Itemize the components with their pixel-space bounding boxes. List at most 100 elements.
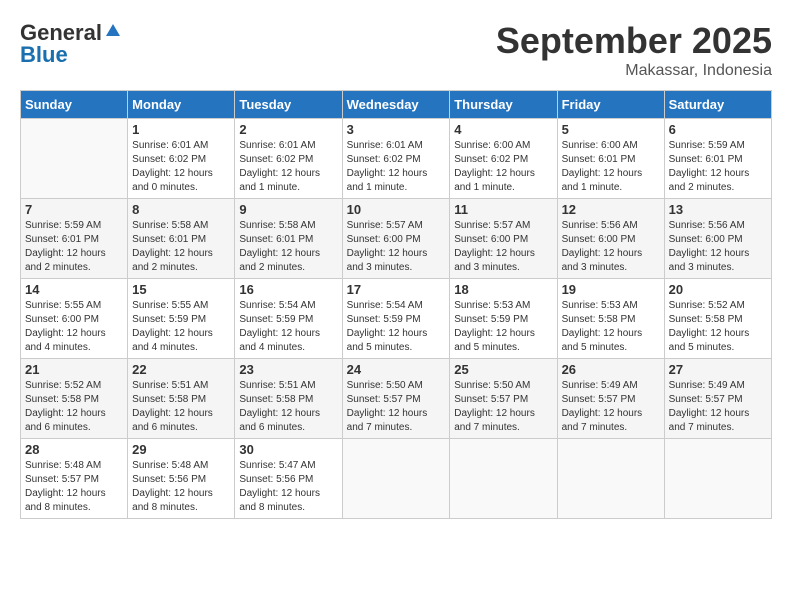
calendar-week-row: 7 Sunrise: 5:59 AM Sunset: 6:01 PM Daylig… <box>21 199 772 279</box>
day-info: Sunrise: 5:50 AM Sunset: 5:57 PM Dayligh… <box>347 379 446 435</box>
day-number: 16 <box>239 282 337 297</box>
month-title: September 2025 <box>496 20 772 62</box>
calendar-cell: 17 Sunrise: 5:54 AM Sunset: 5:59 PM Dayli… <box>342 279 450 359</box>
day-number: 10 <box>347 202 446 217</box>
day-number: 3 <box>347 122 446 137</box>
day-info: Sunrise: 5:58 AM Sunset: 6:01 PM Dayligh… <box>132 219 230 275</box>
calendar-cell: 14 Sunrise: 5:55 AM Sunset: 6:00 PM Dayli… <box>21 279 128 359</box>
calendar-cell: 24 Sunrise: 5:50 AM Sunset: 5:57 PM Dayli… <box>342 359 450 439</box>
day-number: 8 <box>132 202 230 217</box>
day-number: 4 <box>454 122 552 137</box>
day-info: Sunrise: 5:58 AM Sunset: 6:01 PM Dayligh… <box>239 219 337 275</box>
page-header: General Blue September 2025 Makassar, In… <box>20 20 772 80</box>
day-number: 5 <box>562 122 660 137</box>
calendar-week-row: 1 Sunrise: 6:01 AM Sunset: 6:02 PM Daylig… <box>21 119 772 199</box>
day-info: Sunrise: 6:01 AM Sunset: 6:02 PM Dayligh… <box>347 139 446 195</box>
day-info: Sunrise: 5:49 AM Sunset: 5:57 PM Dayligh… <box>562 379 660 435</box>
calendar-cell: 26Sunrise: 5:49 AM Sunset: 5:57 PM Dayli… <box>557 359 664 439</box>
weekday-header-saturday: Saturday <box>664 91 771 119</box>
day-info: Sunrise: 5:52 AM Sunset: 5:58 PM Dayligh… <box>669 299 767 355</box>
day-info: Sunrise: 5:56 AM Sunset: 6:00 PM Dayligh… <box>669 219 767 275</box>
day-info: Sunrise: 5:50 AM Sunset: 5:57 PM Dayligh… <box>454 379 552 435</box>
calendar-cell <box>450 439 557 519</box>
calendar-cell: 23Sunrise: 5:51 AM Sunset: 5:58 PM Dayli… <box>235 359 342 439</box>
day-number: 1 <box>132 122 230 137</box>
day-number: 25 <box>454 362 552 377</box>
weekday-header-tuesday: Tuesday <box>235 91 342 119</box>
day-info: Sunrise: 5:47 AM Sunset: 5:56 PM Dayligh… <box>239 459 337 515</box>
calendar-cell: 6 Sunrise: 5:59 AM Sunset: 6:01 PM Daylig… <box>664 119 771 199</box>
day-number: 7 <box>25 202 123 217</box>
day-info: Sunrise: 6:01 AM Sunset: 6:02 PM Dayligh… <box>239 139 337 195</box>
calendar-cell: 12 Sunrise: 5:56 AM Sunset: 6:00 PM Dayli… <box>557 199 664 279</box>
calendar-cell <box>557 439 664 519</box>
day-number: 18 <box>454 282 552 297</box>
day-number: 13 <box>669 202 767 217</box>
day-info: Sunrise: 6:00 AM Sunset: 6:02 PM Dayligh… <box>454 139 552 195</box>
day-number: 2 <box>239 122 337 137</box>
calendar-cell: 27Sunrise: 5:49 AM Sunset: 5:57 PM Dayli… <box>664 359 771 439</box>
calendar-cell: 10Sunrise: 5:57 AM Sunset: 6:00 PM Dayli… <box>342 199 450 279</box>
calendar-cell: 8 Sunrise: 5:58 AM Sunset: 6:01 PM Daylig… <box>128 199 235 279</box>
day-info: Sunrise: 5:59 AM Sunset: 6:01 PM Dayligh… <box>25 219 123 275</box>
calendar-cell: 21Sunrise: 5:52 AM Sunset: 5:58 PM Dayli… <box>21 359 128 439</box>
calendar-cell: 30 Sunrise: 5:47 AM Sunset: 5:56 PM Dayli… <box>235 439 342 519</box>
weekday-header-sunday: Sunday <box>21 91 128 119</box>
day-number: 19 <box>562 282 660 297</box>
day-number: 30 <box>239 442 337 457</box>
day-number: 29 <box>132 442 230 457</box>
day-number: 11 <box>454 202 552 217</box>
day-number: 6 <box>669 122 767 137</box>
weekday-header-row: SundayMondayTuesdayWednesdayThursdayFrid… <box>21 91 772 119</box>
calendar-cell: 19 Sunrise: 5:53 AM Sunset: 5:58 PM Dayli… <box>557 279 664 359</box>
calendar-cell: 2 Sunrise: 6:01 AM Sunset: 6:02 PM Daylig… <box>235 119 342 199</box>
calendar-cell: 1Sunrise: 6:01 AM Sunset: 6:02 PM Daylig… <box>128 119 235 199</box>
calendar-cell: 9Sunrise: 5:58 AM Sunset: 6:01 PM Daylig… <box>235 199 342 279</box>
day-number: 27 <box>669 362 767 377</box>
calendar-cell: 11 Sunrise: 5:57 AM Sunset: 6:00 PM Dayli… <box>450 199 557 279</box>
day-info: Sunrise: 5:48 AM Sunset: 5:57 PM Dayligh… <box>25 459 123 515</box>
day-info: Sunrise: 5:48 AM Sunset: 5:56 PM Dayligh… <box>132 459 230 515</box>
calendar-cell: 13 Sunrise: 5:56 AM Sunset: 6:00 PM Dayli… <box>664 199 771 279</box>
day-info: Sunrise: 5:53 AM Sunset: 5:58 PM Dayligh… <box>562 299 660 355</box>
day-info: Sunrise: 5:54 AM Sunset: 5:59 PM Dayligh… <box>347 299 446 355</box>
calendar-cell: 20 Sunrise: 5:52 AM Sunset: 5:58 PM Dayli… <box>664 279 771 359</box>
calendar-cell: 5 Sunrise: 6:00 AM Sunset: 6:01 PM Daylig… <box>557 119 664 199</box>
logo-blue-text: Blue <box>20 42 68 68</box>
day-info: Sunrise: 5:55 AM Sunset: 6:00 PM Dayligh… <box>25 299 123 355</box>
location: Makassar, Indonesia <box>496 62 772 80</box>
day-info: Sunrise: 5:51 AM Sunset: 5:58 PM Dayligh… <box>239 379 337 435</box>
logo-icon <box>104 22 122 40</box>
day-number: 22 <box>132 362 230 377</box>
calendar-cell <box>664 439 771 519</box>
calendar-cell <box>21 119 128 199</box>
day-number: 24 <box>347 362 446 377</box>
day-info: Sunrise: 5:51 AM Sunset: 5:58 PM Dayligh… <box>132 379 230 435</box>
day-info: Sunrise: 5:56 AM Sunset: 6:00 PM Dayligh… <box>562 219 660 275</box>
calendar-week-row: 21Sunrise: 5:52 AM Sunset: 5:58 PM Dayli… <box>21 359 772 439</box>
day-info: Sunrise: 5:54 AM Sunset: 5:59 PM Dayligh… <box>239 299 337 355</box>
calendar-cell: 16 Sunrise: 5:54 AM Sunset: 5:59 PM Dayli… <box>235 279 342 359</box>
day-info: Sunrise: 5:53 AM Sunset: 5:59 PM Dayligh… <box>454 299 552 355</box>
day-info: Sunrise: 6:00 AM Sunset: 6:01 PM Dayligh… <box>562 139 660 195</box>
day-number: 20 <box>669 282 767 297</box>
calendar-table: SundayMondayTuesdayWednesdayThursdayFrid… <box>20 90 772 519</box>
calendar-cell: 22 Sunrise: 5:51 AM Sunset: 5:58 PM Dayli… <box>128 359 235 439</box>
calendar-cell: 25 Sunrise: 5:50 AM Sunset: 5:57 PM Dayli… <box>450 359 557 439</box>
day-info: Sunrise: 5:59 AM Sunset: 6:01 PM Dayligh… <box>669 139 767 195</box>
calendar-cell: 15Sunrise: 5:55 AM Sunset: 5:59 PM Dayli… <box>128 279 235 359</box>
calendar-cell: 7 Sunrise: 5:59 AM Sunset: 6:01 PM Daylig… <box>21 199 128 279</box>
calendar-cell: 4 Sunrise: 6:00 AM Sunset: 6:02 PM Daylig… <box>450 119 557 199</box>
day-number: 28 <box>25 442 123 457</box>
day-number: 21 <box>25 362 123 377</box>
day-number: 14 <box>25 282 123 297</box>
day-number: 17 <box>347 282 446 297</box>
weekday-header-wednesday: Wednesday <box>342 91 450 119</box>
weekday-header-thursday: Thursday <box>450 91 557 119</box>
calendar-cell: 3 Sunrise: 6:01 AM Sunset: 6:02 PM Daylig… <box>342 119 450 199</box>
day-info: Sunrise: 5:57 AM Sunset: 6:00 PM Dayligh… <box>454 219 552 275</box>
calendar-cell <box>342 439 450 519</box>
calendar-week-row: 14 Sunrise: 5:55 AM Sunset: 6:00 PM Dayli… <box>21 279 772 359</box>
day-number: 12 <box>562 202 660 217</box>
calendar-cell: 28 Sunrise: 5:48 AM Sunset: 5:57 PM Dayli… <box>21 439 128 519</box>
